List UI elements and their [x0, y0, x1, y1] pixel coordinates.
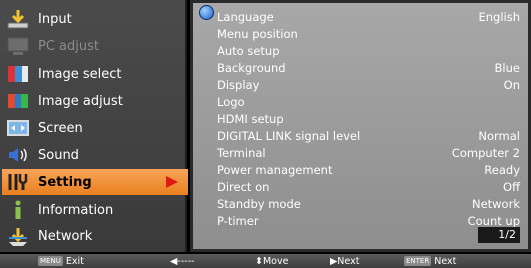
menu-label-sound: Sound	[38, 147, 79, 163]
setting-value: Normal	[478, 128, 520, 143]
menu-item-information[interactable]: Information	[2, 197, 183, 223]
image-adjust-icon	[6, 90, 30, 112]
exit-label: Exit	[65, 255, 84, 267]
main-menu: Input PC adjust Image select Image adjus…	[0, 0, 188, 252]
setting-label: Direct on	[217, 179, 270, 194]
move-hint: ⬍Move	[255, 255, 289, 267]
menu-label-image-select: Image select	[38, 66, 122, 82]
menu-label-network: Network	[38, 228, 93, 244]
menu-label-screen: Screen	[38, 120, 83, 136]
setting-label: Background	[217, 60, 286, 75]
setting-value: Computer 2	[451, 145, 520, 160]
setting-value: Network	[471, 196, 520, 211]
enter-hint: ENTER Next	[404, 255, 456, 267]
setting-row-language[interactable]: Language English	[217, 8, 520, 25]
setting-value: Blue	[494, 60, 520, 75]
setting-row-power-management[interactable]: Power management Ready	[217, 161, 520, 178]
setting-row-terminal[interactable]: Terminal Computer 2	[217, 144, 520, 161]
enter-next-label: Next	[434, 255, 457, 267]
setting-value: On	[503, 77, 520, 92]
menu-label-information: Information	[38, 202, 114, 218]
setting-row-standby-mode[interactable]: Standby mode Network	[217, 195, 520, 212]
setting-icon	[6, 171, 30, 193]
setting-label: Language	[217, 9, 274, 24]
menu-label-setting: Setting	[38, 174, 92, 190]
screen-icon	[6, 117, 30, 139]
setting-value: Ready	[484, 162, 520, 177]
setting-label: DIGITAL LINK signal level	[217, 128, 361, 143]
setting-row-display[interactable]: Display On	[217, 76, 520, 93]
setting-row-logo[interactable]: Logo	[217, 93, 520, 110]
menu-item-input[interactable]: Input	[2, 6, 183, 32]
menu-label-pc-adjust: PC adjust	[38, 38, 99, 54]
setting-value: Count up	[467, 213, 520, 228]
setting-row-auto-setup[interactable]: Auto setup	[217, 42, 520, 59]
setting-row-menu-position[interactable]: Menu position	[217, 25, 520, 42]
sound-icon	[6, 144, 30, 166]
setting-label: Power management	[217, 162, 333, 177]
menu-item-sound[interactable]: Sound	[2, 142, 183, 168]
network-icon	[6, 225, 30, 247]
setting-label: Auto setup	[217, 43, 280, 58]
setting-label: P-timer	[217, 213, 259, 228]
menu-key-badge: MENU	[38, 256, 63, 266]
setting-row-digital-link-signal-level[interactable]: DIGITAL LINK signal level Normal	[217, 127, 520, 144]
information-icon	[6, 199, 30, 221]
setting-value: English	[478, 9, 520, 24]
status-bar: MENU Exit ◀----- ⬍Move ▶Next ENTER Next	[0, 254, 531, 268]
image-select-icon	[6, 63, 30, 85]
setting-label: Terminal	[217, 145, 266, 160]
setting-value: Off	[503, 179, 520, 194]
setting-label: Logo	[217, 94, 245, 109]
menu-item-screen[interactable]: Screen	[2, 115, 183, 141]
menu-item-image-select[interactable]: Image select	[2, 61, 183, 87]
selection-arrow-icon	[166, 176, 178, 188]
input-icon	[6, 8, 30, 30]
back-hint: ◀-----	[170, 255, 195, 267]
menu-item-network[interactable]: Network	[2, 223, 183, 249]
setting-row-background[interactable]: Background Blue	[217, 59, 520, 76]
menu-item-image-adjust[interactable]: Image adjust	[2, 88, 183, 114]
setting-label: HDMI setup	[217, 111, 284, 126]
setting-panel: Language English Menu position Auto setu…	[190, 0, 531, 252]
setting-label: Standby mode	[217, 196, 301, 211]
next-hint: ▶Next	[330, 255, 360, 267]
menu-item-setting[interactable]: Setting	[2, 169, 188, 195]
enter-key-badge: ENTER	[404, 256, 432, 266]
page-indicator: 1/2	[478, 227, 520, 243]
setting-label: Menu position	[217, 26, 298, 41]
menu-label-image-adjust: Image adjust	[38, 93, 123, 109]
menu-label-input: Input	[38, 11, 72, 27]
pc-adjust-icon	[6, 35, 30, 57]
menu-item-pc-adjust[interactable]: PC adjust	[2, 33, 183, 59]
setting-row-hdmi-setup[interactable]: HDMI setup	[217, 110, 520, 127]
setting-row-p-timer[interactable]: P-timer Count up	[217, 212, 520, 229]
setting-row-direct-on[interactable]: Direct on Off	[217, 178, 520, 195]
globe-icon	[199, 5, 214, 20]
setting-label: Display	[217, 77, 260, 92]
exit-hint: MENU Exit	[38, 255, 84, 267]
